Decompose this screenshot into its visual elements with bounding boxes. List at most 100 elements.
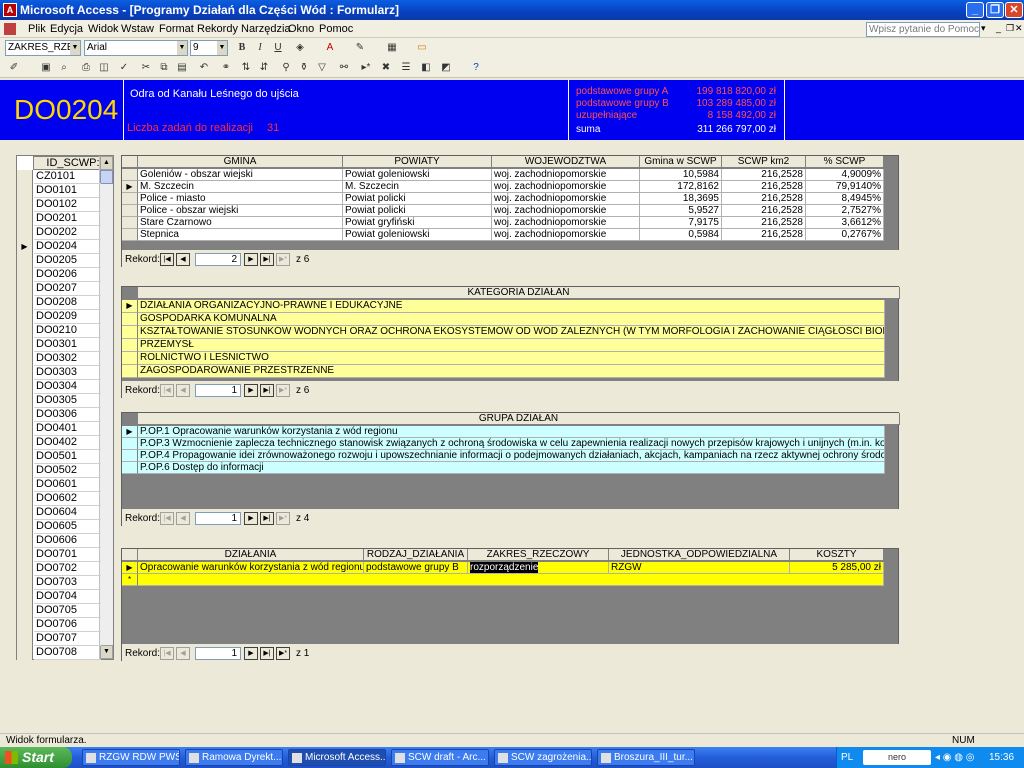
- id-list-item[interactable]: DO0706: [34, 618, 101, 632]
- id-list-item[interactable]: DO0204: [34, 240, 101, 254]
- record-selector[interactable]: [17, 464, 33, 478]
- id-list-item[interactable]: DO0306: [34, 408, 101, 422]
- find-icon[interactable]: ⚯: [336, 61, 352, 75]
- access-icon[interactable]: A: [3, 3, 17, 17]
- table-cell[interactable]: Goleniów - obszar wiejski: [138, 169, 343, 181]
- table-cell[interactable]: woj. zachodniopomorskie: [492, 217, 640, 229]
- record-selector[interactable]: [122, 205, 138, 217]
- record-selector[interactable]: [122, 229, 138, 241]
- table-cell[interactable]: Stepnica: [138, 229, 343, 241]
- id-list-item[interactable]: DO0206: [34, 268, 101, 282]
- id-list-item[interactable]: DO0606: [34, 534, 101, 548]
- table-cell[interactable]: Powiat policki: [343, 205, 492, 217]
- table-cell[interactable]: podstawowe grupy B: [364, 562, 468, 574]
- new-record-nav-icon[interactable]: ▶*: [276, 647, 290, 660]
- italic-icon[interactable]: I: [252, 41, 268, 55]
- record-selector[interactable]: [122, 438, 138, 450]
- id-list-item[interactable]: DO0703: [34, 576, 101, 590]
- scroll-thumb[interactable]: [100, 170, 113, 184]
- id-list-scrollbar[interactable]: ▲ ▼: [99, 156, 113, 659]
- prev-record-icon[interactable]: ◀: [176, 647, 190, 660]
- id-list-item[interactable]: DO0707: [34, 632, 101, 646]
- record-selector[interactable]: ▶: [122, 562, 138, 574]
- database-window-icon[interactable]: ◧: [418, 61, 434, 75]
- id-list-item[interactable]: DO0207: [34, 282, 101, 296]
- new-record-selector[interactable]: *: [122, 574, 138, 586]
- dzialania-column-header[interactable]: KOSZTY: [790, 549, 884, 561]
- next-record-icon[interactable]: ▶: [244, 384, 258, 397]
- record-selector[interactable]: [122, 313, 138, 326]
- table-cell[interactable]: Powiat policki: [343, 193, 492, 205]
- filter-by-selection-icon[interactable]: ⚲: [278, 61, 294, 75]
- id-list-item[interactable]: DO0102: [34, 198, 101, 212]
- table-cell[interactable]: 4,9009%: [806, 169, 884, 181]
- minimize-button[interactable]: _: [966, 2, 984, 18]
- record-selector[interactable]: [17, 198, 33, 212]
- print-preview-icon[interactable]: ◫: [96, 61, 112, 75]
- record-selector[interactable]: [122, 450, 138, 462]
- undo-icon[interactable]: ↶: [196, 61, 212, 75]
- maximize-button[interactable]: ❐: [986, 2, 1004, 18]
- table-cell[interactable]: Powiat goleniowski: [343, 169, 492, 181]
- table-cell[interactable]: 79,9140%: [806, 181, 884, 193]
- taskbar-item[interactable]: RZGW RDW PWŚ: [82, 749, 180, 766]
- record-selector[interactable]: [122, 365, 138, 378]
- prev-record-icon[interactable]: ◀: [176, 384, 190, 397]
- record-selector[interactable]: [122, 326, 138, 339]
- id-list-item[interactable]: DO0708: [34, 646, 101, 660]
- record-selector[interactable]: [17, 618, 33, 632]
- record-selector[interactable]: ▶: [122, 300, 138, 313]
- nero-tray-icon[interactable]: nero: [863, 750, 931, 765]
- table-cell[interactable]: RZGW: [609, 562, 790, 574]
- start-button[interactable]: Start: [0, 747, 72, 768]
- help-dropdown-icon[interactable]: ▾: [981, 23, 986, 34]
- id-list-item[interactable]: DO0202: [34, 226, 101, 240]
- paste-icon[interactable]: ▤: [174, 61, 190, 75]
- next-record-icon[interactable]: ▶: [244, 647, 258, 660]
- record-number-input[interactable]: 2: [195, 253, 241, 266]
- table-cell[interactable]: 2,7527%: [806, 205, 884, 217]
- record-selector[interactable]: [17, 548, 33, 562]
- record-selector[interactable]: [17, 254, 33, 268]
- record-selector[interactable]: [122, 169, 138, 181]
- record-selector[interactable]: [17, 492, 33, 506]
- record-selector[interactable]: [122, 339, 138, 352]
- hyperlink-icon[interactable]: ⚭: [218, 61, 234, 75]
- id-list-item[interactable]: DO0304: [34, 380, 101, 394]
- kategoria-row[interactable]: ZAGOSPODAROWANIE PRZESTRZENNE: [138, 365, 885, 378]
- properties-icon[interactable]: ☰: [398, 61, 414, 75]
- record-selector[interactable]: [17, 450, 33, 464]
- grupa-row[interactable]: P.OP.1 Opracowanie warunków korzystania …: [138, 426, 885, 438]
- table-cell[interactable]: woj. zachodniopomorskie: [492, 181, 640, 193]
- record-selector[interactable]: [17, 478, 33, 492]
- record-number-input[interactable]: 1: [195, 512, 241, 525]
- record-selector[interactable]: ▶: [122, 426, 138, 438]
- table-cell[interactable]: 216,2528: [722, 169, 806, 181]
- record-selector[interactable]: [17, 268, 33, 282]
- grupa-row[interactable]: P.OP.4 Propagowanie idei zrównoważonego …: [138, 450, 885, 462]
- last-record-icon[interactable]: ▶|: [260, 253, 274, 266]
- table-cell[interactable]: 216,2528: [722, 181, 806, 193]
- id-list-item[interactable]: DO0201: [34, 212, 101, 226]
- record-selector[interactable]: [17, 310, 33, 324]
- view-icon[interactable]: ✐: [6, 61, 22, 75]
- kategoria-row[interactable]: KSZTAŁTOWANIE STOSUNKÓW WODNYCH ORAZ OCH…: [138, 326, 885, 339]
- table-cell[interactable]: 18,3695: [640, 193, 722, 205]
- record-selector[interactable]: [17, 394, 33, 408]
- table-cell[interactable]: 172,8162: [640, 181, 722, 193]
- record-selector[interactable]: [17, 436, 33, 450]
- id-list-item[interactable]: DO0101: [34, 184, 101, 198]
- record-selector[interactable]: [17, 576, 33, 590]
- bold-icon[interactable]: B: [234, 41, 250, 55]
- record-number-input[interactable]: 1: [195, 647, 241, 660]
- font-combo[interactable]: Arial ▼: [84, 40, 188, 56]
- id-list-item[interactable]: DO0401: [34, 422, 101, 436]
- record-selector[interactable]: [17, 562, 33, 576]
- table-cell[interactable]: M. Szczecin: [138, 181, 343, 193]
- dzialania-column-header[interactable]: ZAKRES_RZECZOWY: [468, 549, 609, 561]
- table-cell[interactable]: Stare Czarnowo: [138, 217, 343, 229]
- kategoria-row[interactable]: GOSPODARKA KOMUNALNA: [138, 313, 885, 326]
- id-list-item[interactable]: DO0701: [34, 548, 101, 562]
- record-selector[interactable]: [17, 604, 33, 618]
- tray-icons[interactable]: ◂ ◉ ◍ ◎: [935, 747, 975, 768]
